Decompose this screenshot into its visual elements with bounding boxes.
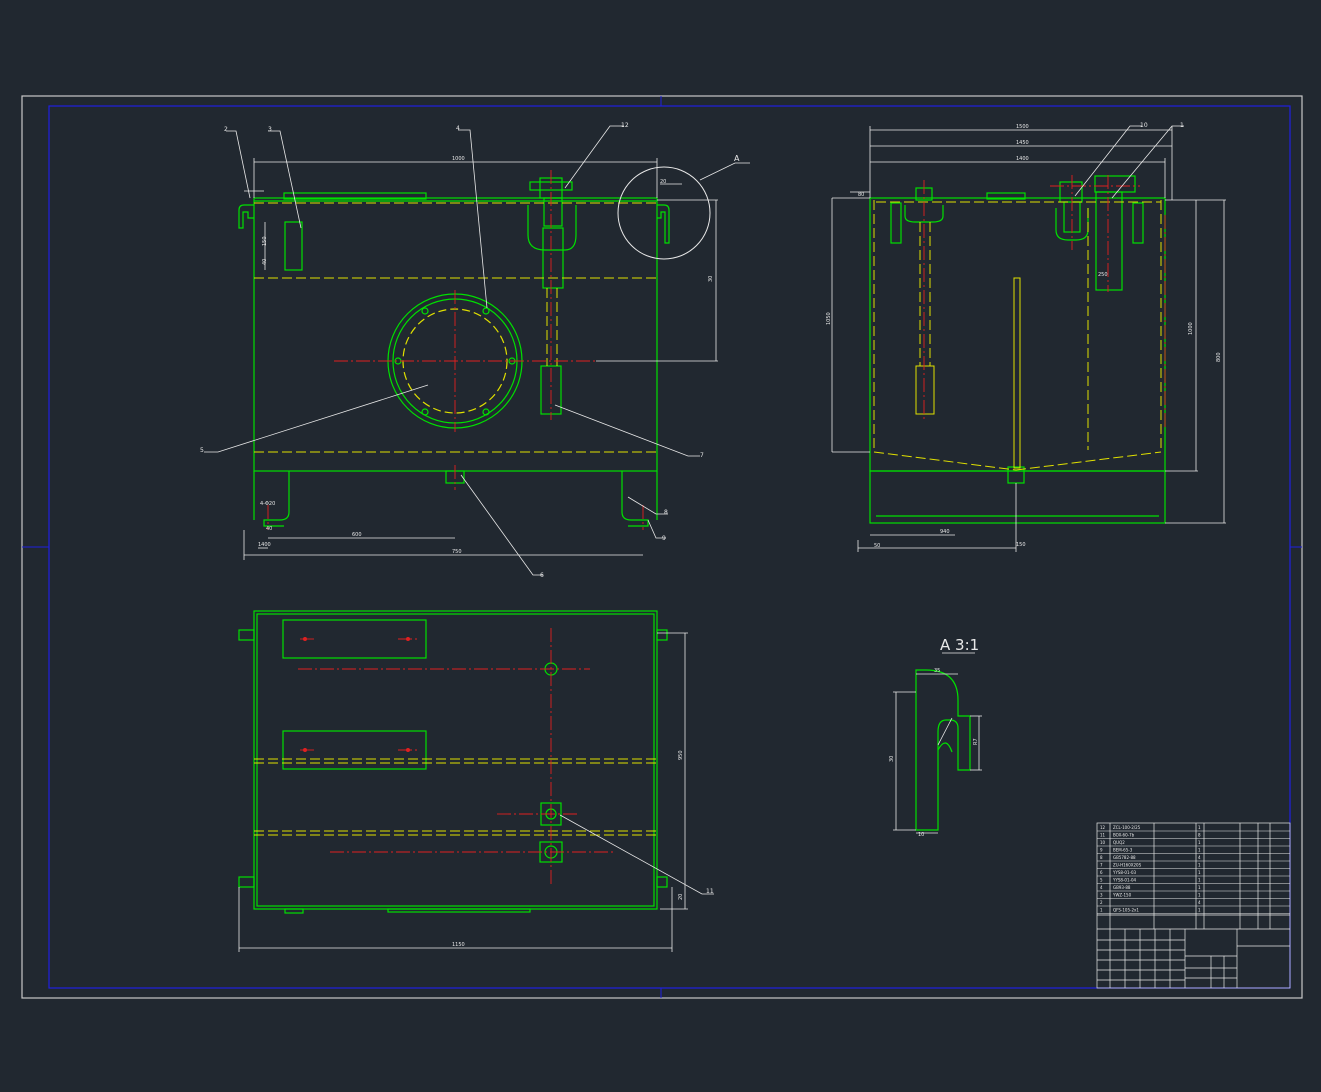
balloon-label: 5 xyxy=(200,447,204,454)
dimension-label: 150 xyxy=(262,236,268,246)
plan-view xyxy=(238,610,714,952)
bom-cell: 10 xyxy=(1100,840,1106,845)
drawing-labels: 2 3 4 125768910 1111000201504030600750140040… xyxy=(200,122,1222,948)
balloon-label: 11 xyxy=(706,888,714,895)
bom-cell: 1 xyxy=(1198,908,1201,913)
balloon-label: 1 xyxy=(1180,122,1184,129)
balloon-label: 10 xyxy=(1140,122,1148,129)
dimension-label: 20 xyxy=(660,179,666,185)
bom-cell: 1 xyxy=(1100,908,1103,913)
bom-cell: 7 xyxy=(1100,863,1103,868)
balloon-label: 2 xyxy=(224,126,228,133)
balloon-label: 9 xyxy=(662,535,666,542)
bom-cell: ZCL-100-2/25 xyxy=(1113,825,1141,830)
balloon-label: 7 xyxy=(700,452,704,459)
bom-cell: 1 xyxy=(1198,863,1201,868)
bom-cell: YYS8-01-04 xyxy=(1112,878,1136,883)
dimension-label: 1150 xyxy=(452,942,465,948)
bom-cell: YYS8-01-03 xyxy=(1112,870,1136,875)
dimension-label: 1000 xyxy=(452,156,465,162)
dimension-label: R7 xyxy=(973,738,979,745)
front-view xyxy=(204,125,750,576)
bom-cell: 4 xyxy=(1198,855,1201,860)
dimension-label: 4-Φ20 xyxy=(260,501,275,507)
bom-cell: BOX-60-7b xyxy=(1113,833,1135,838)
bom-cell: ZU-H160X20S xyxy=(1113,863,1142,868)
balloon-label: 8 xyxy=(664,509,668,516)
bom-cell: 1 xyxy=(1198,885,1201,890)
balloon-label: 4 xyxy=(456,125,460,132)
dimension-label: 10 xyxy=(918,832,924,838)
bom-cell: 12 xyxy=(1100,825,1106,830)
dimension-label: 50 xyxy=(874,543,880,549)
bom-cell: 4 xyxy=(1198,900,1201,905)
dimension-label: 750 xyxy=(452,549,462,555)
dimension-label: 600 xyxy=(352,532,362,538)
bom-cell: 3 xyxy=(1100,893,1103,898)
dimension-label: 950 xyxy=(678,750,684,760)
dimension-label: 80 xyxy=(858,192,864,198)
bom-cell: QUQ2 xyxy=(1113,840,1125,845)
balloon-label: 3 xyxy=(268,126,272,133)
callout-a-label: A xyxy=(734,154,740,163)
dimension-label: 30 xyxy=(708,276,714,282)
detail-a xyxy=(893,652,982,834)
bom-cell: 1 xyxy=(1198,848,1201,853)
bom-cell: 5 xyxy=(1100,878,1103,883)
dimension-label: 30 xyxy=(889,756,895,762)
dimension-label: 250 xyxy=(1098,272,1108,278)
dimension-label: 1000 xyxy=(1188,322,1194,335)
dimension-label: 40 xyxy=(266,526,272,532)
bom-cell: YWZ-150 xyxy=(1112,893,1132,898)
bom-cell: 1 xyxy=(1198,825,1201,830)
bom-cell: 9 xyxy=(1100,848,1103,853)
dimension-label: 1400 xyxy=(1016,156,1029,162)
bom-cell: QFS-105-2x1 xyxy=(1113,908,1139,913)
dimension-label: 1400 xyxy=(258,542,271,548)
dimension-label: 40 xyxy=(262,259,268,265)
bom-table: 12 ZCL-100-2/25 111 BOX-60-7b 810 QUQ2 19 BEM-6… xyxy=(1097,825,1290,914)
cad-drawing: 12 ZCL-100-2/25 111 BOX-60-7b 810 QUQ2 19 BEM-6… xyxy=(21,95,1303,999)
bom-cell: GB5782-88 xyxy=(1113,855,1136,860)
bom-cell: 8 xyxy=(1198,833,1201,838)
bom-cell: 6 xyxy=(1100,870,1103,875)
bom-cell: GB93-88 xyxy=(1113,885,1131,890)
dimension-label: 800 xyxy=(1216,352,1222,362)
dimension-label: 20 xyxy=(678,894,684,900)
bom-cell: 1 xyxy=(1198,893,1201,898)
dimension-label: 1500 xyxy=(1016,124,1029,130)
dimension-label: 1050 xyxy=(826,312,832,325)
side-view xyxy=(831,125,1226,552)
bom-cell: 8 xyxy=(1100,855,1103,860)
bom-cell: 4 xyxy=(1100,885,1103,890)
detail-a-label: A 3:1 xyxy=(940,636,979,654)
bom-cell: 11 xyxy=(1100,833,1106,838)
dimension-label: 150 xyxy=(1016,542,1026,548)
dimension-label: 35 xyxy=(934,668,940,674)
bom-cell: 1 xyxy=(1198,840,1201,845)
dimension-label: 940 xyxy=(940,529,950,535)
bom-cell: BEM-65-3 xyxy=(1113,848,1133,853)
balloon-label: 12 xyxy=(621,122,629,129)
dimension-label: 1450 xyxy=(1016,140,1029,146)
bom-cell: 1 xyxy=(1198,878,1201,883)
bom-cell: 2 xyxy=(1100,900,1103,905)
bom-cell: 1 xyxy=(1198,870,1201,875)
balloon-label: 6 xyxy=(540,572,544,579)
